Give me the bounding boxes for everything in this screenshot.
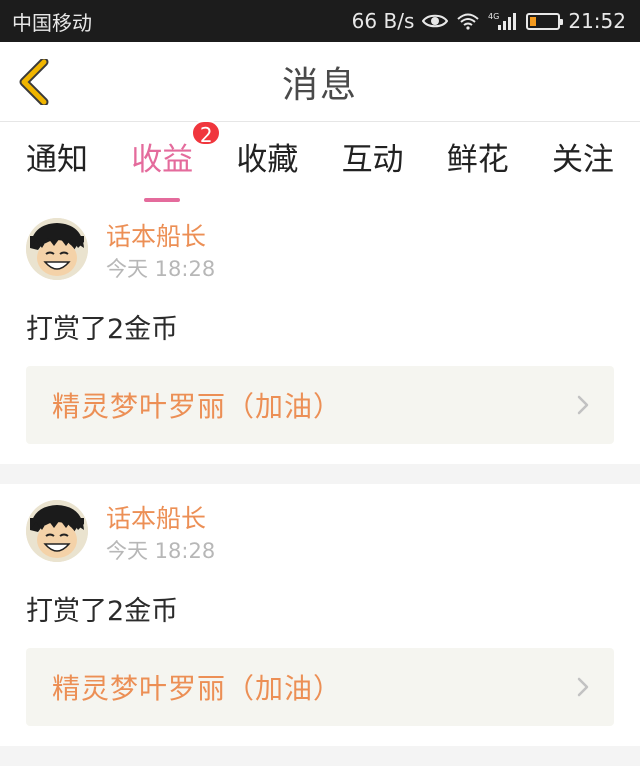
tab-earnings[interactable]: 收益 2 (131, 120, 222, 202)
carrier-label: 中国移动 (12, 10, 92, 35)
eye-icon (422, 12, 449, 30)
work-link[interactable]: 精灵梦叶罗丽（加油） (26, 366, 614, 444)
message-text: 打赏了2金币 (26, 314, 179, 345)
tab-following[interactable]: 关注 (552, 124, 614, 188)
user-name[interactable]: 话本船长 (106, 220, 215, 254)
message-card: 话本船长 今天 18:28 打赏了2金币 精灵梦叶罗丽（加油） (0, 484, 640, 746)
tab-favorites[interactable]: 收藏 (236, 124, 298, 188)
chevron-right-icon (576, 676, 590, 698)
chevron-right-icon (576, 394, 590, 416)
avatar[interactable] (26, 218, 88, 280)
message-list: 话本船长 今天 18:28 打赏了2金币 精灵梦叶罗丽（加油） 话本船长 今天 … (0, 202, 640, 766)
tab-interactions[interactable]: 互动 (342, 124, 404, 188)
card-divider (0, 464, 640, 484)
work-title: 精灵梦叶罗丽（加油） (52, 672, 343, 705)
page-title: 消息 (281, 64, 358, 106)
message-text: 打赏了2金币 (26, 596, 179, 627)
tab-label: 互动 (341, 141, 404, 178)
message-card: 话本船长 今天 18:28 打赏了2金币 精灵梦叶罗丽（加油） (0, 202, 640, 464)
back-button[interactable] (14, 56, 54, 108)
wifi-icon (456, 12, 480, 30)
tab-flowers[interactable]: 鲜花 (447, 124, 509, 188)
signal-icon: 4G (488, 11, 518, 31)
net-speed: 66 B/s (351, 9, 415, 33)
message-time: 今天 18:28 (106, 539, 216, 563)
tab-notifications[interactable]: 通知 (26, 124, 88, 188)
network-type: 4G (488, 12, 499, 21)
tab-bar: 通知 收益 2 收藏 互动 鲜花 关注 (0, 120, 640, 202)
clock: 21:52 (568, 9, 626, 33)
tab-label: 通知 (26, 141, 88, 178)
message-time: 今天 18:28 (106, 257, 216, 281)
work-link[interactable]: 精灵梦叶罗丽（加油） (26, 648, 614, 726)
avatar[interactable] (26, 500, 88, 562)
card-divider (0, 746, 640, 766)
battery-icon (526, 12, 564, 30)
chevron-left-icon (19, 59, 49, 105)
tab-label: 收藏 (236, 141, 299, 178)
header-bar: 消息 (0, 42, 640, 122)
unread-badge: 2 (191, 120, 222, 147)
tab-label: 关注 (551, 141, 614, 178)
work-title: 精灵梦叶罗丽（加油） (52, 390, 343, 423)
tab-label: 鲜花 (446, 141, 509, 178)
user-name[interactable]: 话本船长 (106, 502, 215, 536)
status-bar: 中国移动 66 B/s 4G 21:52 (0, 0, 640, 42)
tab-label: 收益 (131, 141, 194, 178)
